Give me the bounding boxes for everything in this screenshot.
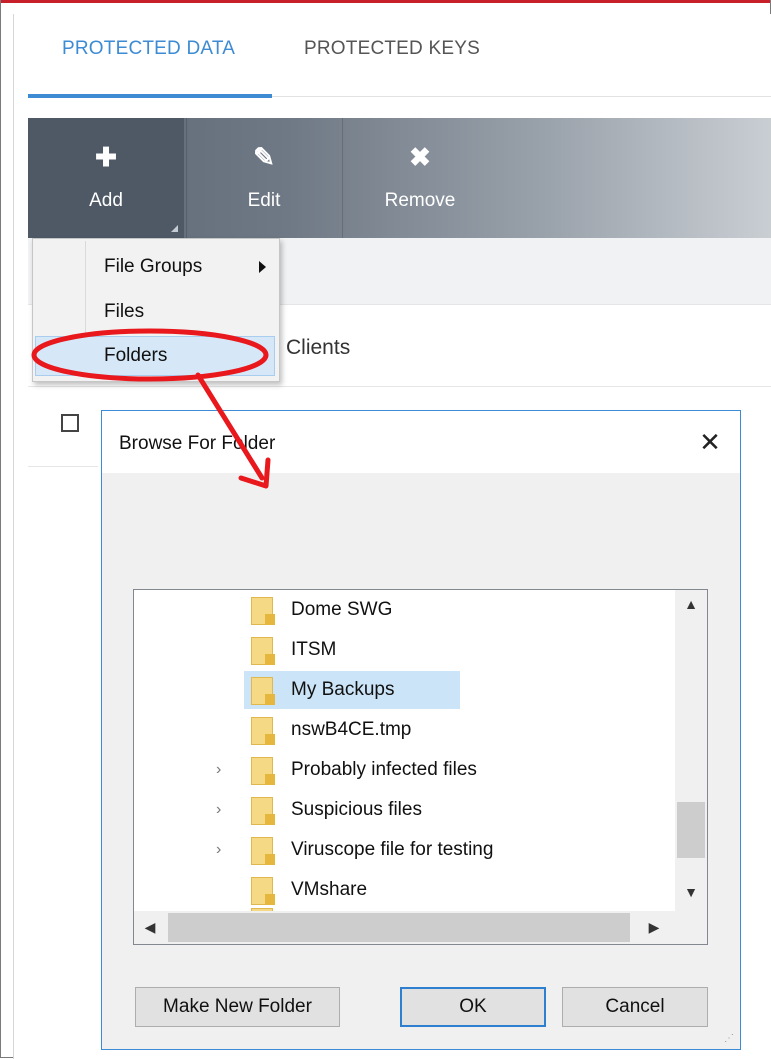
tree-item[interactable]: VMshare <box>134 870 674 910</box>
vertical-scrollbar[interactable]: ▲ ▼ <box>675 590 707 911</box>
add-dropdown-menu: File Groups Files Folders <box>32 238 280 382</box>
ok-button[interactable]: OK <box>400 987 546 1027</box>
scrollbar-corner <box>675 911 707 944</box>
dropdown-caret-icon <box>171 225 178 232</box>
chevron-right-icon[interactable]: › <box>216 762 232 778</box>
tab-protected-data[interactable]: PROTECTED DATA <box>62 38 235 60</box>
scroll-right-icon[interactable]: ▶ <box>644 919 664 937</box>
vertical-scroll-thumb[interactable] <box>677 802 705 858</box>
tree-item[interactable]: › Suspicious files <box>134 790 674 830</box>
tree-item-label: nswB4CE.tmp <box>291 719 412 740</box>
scroll-up-icon[interactable]: ▲ <box>675 596 707 620</box>
toolbar: ✚ Add ✎ Edit ✖ Remove <box>28 118 771 238</box>
cancel-button[interactable]: Cancel <box>562 987 708 1027</box>
chevron-right-icon[interactable]: › <box>216 842 232 858</box>
tree-item-label: VMshare <box>291 879 368 900</box>
column-header-clients[interactable]: Clients <box>286 336 350 360</box>
dialog-titlebar: Browse For Folder ✕ <box>102 411 740 473</box>
scroll-down-icon[interactable]: ▼ <box>675 884 707 908</box>
close-icon[interactable]: ✕ <box>692 425 728 459</box>
resize-grip-icon[interactable]: ⋰ <box>724 1033 736 1045</box>
tree-item-label: Viruscope file for testing <box>291 839 494 860</box>
folder-tree: Dome SWG ITSM My Backups nswB4CE.tmp › P… <box>133 589 708 945</box>
menu-item-folders[interactable]: Folders <box>35 336 275 376</box>
tree-item-label: Probably infected files <box>291 759 477 780</box>
remove-button[interactable]: ✖ Remove <box>342 118 497 238</box>
tree-item[interactable]: › Viruscope file for testing <box>134 830 674 870</box>
header-divider <box>28 386 771 387</box>
folder-icon <box>251 715 277 745</box>
edit-button[interactable]: ✎ Edit <box>186 118 341 238</box>
tree-item-label: Dome SWG <box>291 599 393 620</box>
add-button[interactable]: ✚ Add <box>28 118 184 238</box>
chevron-right-icon[interactable]: › <box>216 802 232 818</box>
menu-item-file-groups[interactable]: File Groups <box>35 247 275 287</box>
folder-icon <box>251 595 277 625</box>
remove-button-label: Remove <box>384 190 456 211</box>
menu-item-label: Folders <box>104 345 168 366</box>
active-tab-indicator <box>28 94 272 98</box>
edit-button-label: Edit <box>247 190 281 211</box>
tab-protected-keys[interactable]: PROTECTED KEYS <box>304 38 480 60</box>
browse-for-folder-dialog: Browse For Folder ✕ Dome SWG ITSM My Bac… <box>101 410 741 1050</box>
menu-item-label: Files <box>104 301 145 322</box>
tree-item-label: ITSM <box>291 639 337 660</box>
folder-icon <box>251 835 277 865</box>
pencil-icon: ✎ <box>253 142 275 172</box>
menu-item-files[interactable]: Files <box>35 292 275 332</box>
dialog-title: Browse For Folder <box>119 433 276 454</box>
tree-item-label: My Backups <box>291 679 395 700</box>
submenu-arrow-icon <box>259 261 266 273</box>
folder-icon <box>251 875 277 905</box>
horizontal-scrollbar[interactable]: ◀ ▶ <box>134 911 675 944</box>
select-all-checkbox[interactable] <box>61 414 79 432</box>
tab-divider <box>272 96 771 97</box>
scroll-left-icon[interactable]: ◀ <box>140 919 160 937</box>
tree-item[interactable]: nswB4CE.tmp <box>134 710 674 750</box>
folder-icon <box>251 635 277 665</box>
tree-item[interactable]: Dome SWG <box>134 590 674 630</box>
tree-item-selected[interactable]: My Backups <box>134 670 674 710</box>
folder-icon <box>251 795 277 825</box>
tree-item[interactable]: ITSM <box>134 630 674 670</box>
row-divider <box>28 466 98 467</box>
tree-item-label: Suspicious files <box>291 799 422 820</box>
add-button-label: Add <box>89 190 123 211</box>
remove-x-icon: ✖ <box>409 142 431 172</box>
folder-icon <box>251 755 277 785</box>
horizontal-scroll-thumb[interactable] <box>168 913 630 942</box>
folder-icon <box>251 675 277 705</box>
plus-icon: ✚ <box>95 142 117 172</box>
make-new-folder-button[interactable]: Make New Folder <box>135 987 340 1027</box>
tree-item[interactable]: › Probably infected files <box>134 750 674 790</box>
menu-item-label: File Groups <box>104 256 203 277</box>
